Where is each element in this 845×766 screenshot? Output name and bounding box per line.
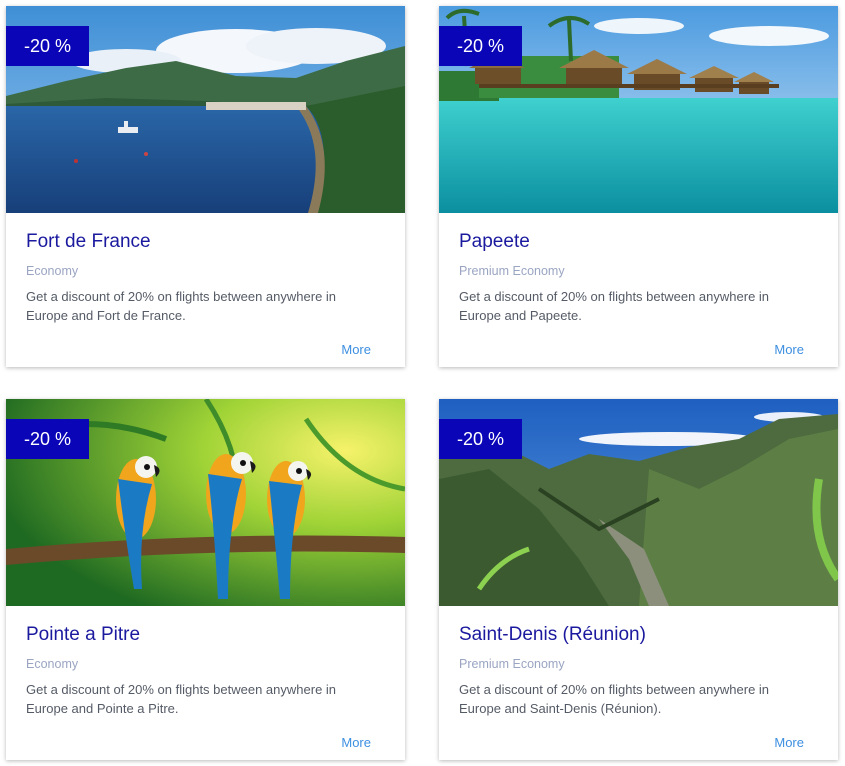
card-body: Pointe a Pitre Economy Get a discount of… xyxy=(6,606,405,760)
discount-badge: -20 % xyxy=(6,26,89,66)
more-link[interactable]: More xyxy=(774,342,804,357)
discount-badge: -20 % xyxy=(6,419,89,459)
offer-card-fort-de-france[interactable]: -20 % Fort de France Economy Get a disco… xyxy=(6,6,405,367)
cabin-class-label: Economy xyxy=(26,657,79,671)
offer-description: Get a discount of 20% on flights between… xyxy=(26,289,337,323)
destination-title[interactable]: Pointe a Pitre xyxy=(26,624,140,646)
offer-card-papeete[interactable]: -20 % Papeete Premium Economy Get a disc… xyxy=(439,6,838,367)
more-link[interactable]: More xyxy=(341,735,371,750)
destination-title[interactable]: Fort de France xyxy=(26,231,151,253)
cabin-class-label: Premium Economy xyxy=(459,657,565,671)
offer-description: Get a discount of 20% on flights between… xyxy=(459,682,770,716)
destination-title[interactable]: Saint-Denis (Réunion) xyxy=(459,624,646,646)
card-body: Saint-Denis (Réunion) Premium Economy Ge… xyxy=(439,606,838,760)
card-body: Papeete Premium Economy Get a discount o… xyxy=(439,213,838,367)
discount-badge: -20 % xyxy=(439,419,522,459)
cabin-class-label: Premium Economy xyxy=(459,264,565,278)
cabin-class-label: Economy xyxy=(26,264,79,278)
offer-description: Get a discount of 20% on flights between… xyxy=(459,289,770,323)
offers-grid: -20 % Fort de France Economy Get a disco… xyxy=(0,0,845,766)
offer-photo: -20 % xyxy=(439,399,838,606)
more-link[interactable]: More xyxy=(774,735,804,750)
offer-description: Get a discount of 20% on flights between… xyxy=(26,682,337,716)
discount-badge: -20 % xyxy=(439,26,522,66)
offer-photo: -20 % xyxy=(6,399,405,606)
offer-photo: -20 % xyxy=(6,6,405,213)
offer-photo: -20 % xyxy=(439,6,838,213)
offer-card-saint-denis[interactable]: -20 % Saint-Denis (Réunion) Premium Econ… xyxy=(439,399,838,760)
destination-title[interactable]: Papeete xyxy=(459,231,530,253)
offer-card-pointe-a-pitre[interactable]: -20 % Pointe a Pitre Economy Get a disco… xyxy=(6,399,405,760)
more-link[interactable]: More xyxy=(341,342,371,357)
card-body: Fort de France Economy Get a discount of… xyxy=(6,213,405,367)
